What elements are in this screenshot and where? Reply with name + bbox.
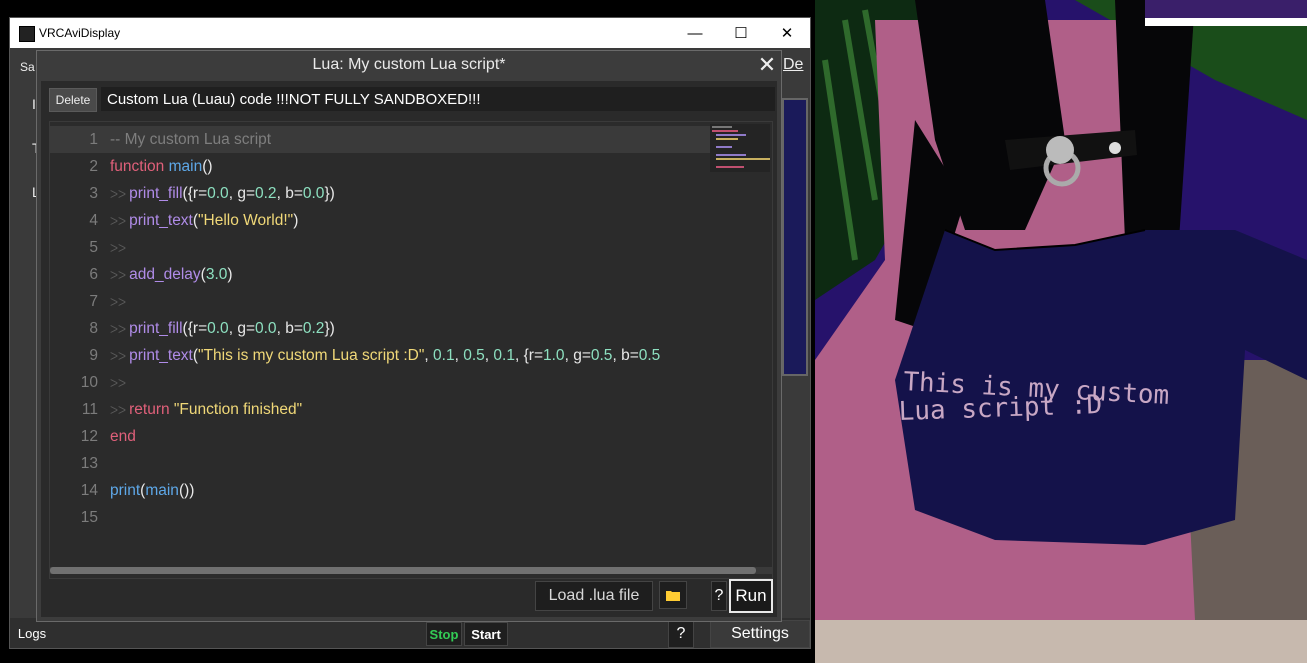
line-number: 1 xyxy=(89,131,98,148)
logs-button[interactable]: Logs xyxy=(12,622,52,644)
line-number: 4 xyxy=(89,212,98,229)
maximize-button[interactable]: ☐ xyxy=(718,18,764,48)
dialog-title: Lua: My custom Lua script* xyxy=(312,56,506,73)
code-line[interactable]: 9 ᐳᐳ print_text("This is my custom Lua sc… xyxy=(50,342,710,369)
code-line[interactable]: 4 ᐳᐳ print_text("Hello World!") xyxy=(50,207,710,234)
avatar-preview: This is my custom Lua script :D xyxy=(815,0,1307,663)
horizontal-scrollbar[interactable] xyxy=(50,567,756,574)
code-line[interactable]: 11 ᐳᐳ return "Function finished" xyxy=(50,396,710,423)
start-button[interactable]: Start xyxy=(464,622,508,646)
code-line[interactable]: 8 ᐳᐳ print_fill({r=0.0, g=0.0, b=0.2}) xyxy=(50,315,710,342)
code-text: end xyxy=(110,428,136,445)
load-lua-file-button[interactable]: Load .lua file xyxy=(535,581,653,611)
code-line[interactable]: 12 end xyxy=(50,423,710,450)
line-number: 9 xyxy=(89,347,98,364)
stop-button[interactable]: Stop xyxy=(426,622,462,646)
code-text: ᐳᐳ print_text("Hello World!") xyxy=(110,212,299,229)
code-text: function main() xyxy=(110,158,213,175)
app-icon xyxy=(19,26,35,42)
close-window-button[interactable]: ✕ xyxy=(764,18,810,48)
code-text: print(main()) xyxy=(110,482,195,499)
code-line[interactable]: 10 ᐳᐳ xyxy=(50,369,710,396)
code-text: ᐳᐳ xyxy=(110,378,130,390)
code-text: ᐳᐳ return "Function finished" xyxy=(110,401,303,418)
code-text: ᐳᐳ print_text("This is my custom Lua scr… xyxy=(110,347,661,364)
code-line[interactable]: 15 xyxy=(50,504,710,531)
line-number: 10 xyxy=(80,374,98,391)
minimize-button[interactable]: — xyxy=(672,18,718,48)
code-text: ᐳᐳ xyxy=(110,297,130,309)
close-dialog-icon[interactable]: ✕ xyxy=(755,53,779,77)
code-line[interactable]: 13 xyxy=(50,450,710,477)
line-number: 5 xyxy=(89,239,98,256)
code-editor[interactable]: 1 -- My custom Lua script 2 function main()… xyxy=(49,121,773,579)
code-text: ᐳᐳ print_fill({r=0.0, g=0.2, b=0.0}) xyxy=(110,185,335,202)
lua-dialog: Lua: My custom Lua script* ✕ Delete Cust… xyxy=(36,50,782,622)
line-number: 7 xyxy=(89,293,98,310)
bg-panel xyxy=(782,98,808,376)
line-number: 12 xyxy=(80,428,98,445)
line-number: 2 xyxy=(89,158,98,175)
line-number: 15 xyxy=(80,509,98,526)
run-button[interactable]: Run xyxy=(729,579,773,613)
code-line[interactable]: 1 -- My custom Lua script xyxy=(50,126,710,153)
line-number: 6 xyxy=(89,266,98,283)
code-text: ᐳᐳ add_delay(3.0) xyxy=(110,266,233,283)
code-minimap[interactable] xyxy=(710,124,770,172)
bottom-bar: Logs Stop Start ? Settings xyxy=(10,618,810,648)
delete-button[interactable]: Delete xyxy=(49,88,97,112)
dialog-help-button[interactable]: ? xyxy=(711,581,727,611)
code-text: -- My custom Lua script xyxy=(110,131,272,148)
folder-icon[interactable] xyxy=(659,581,687,609)
line-number: 13 xyxy=(80,455,98,472)
script-header-field[interactable]: Custom Lua (Luau) code !!!NOT FULLY SAND… xyxy=(101,87,775,111)
line-number: 3 xyxy=(89,185,98,202)
window-title: VRCAviDisplay xyxy=(39,26,121,40)
line-number: 14 xyxy=(80,482,98,499)
code-text: ᐳᐳ xyxy=(110,243,130,255)
code-text: ᐳᐳ print_fill({r=0.0, g=0.0, b=0.2}) xyxy=(110,320,335,337)
help-button[interactable]: ? xyxy=(668,620,694,648)
code-line[interactable]: 6 ᐳᐳ add_delay(3.0) xyxy=(50,261,710,288)
code-line[interactable]: 3 ᐳᐳ print_fill({r=0.0, g=0.2, b=0.0}) xyxy=(50,180,710,207)
code-line[interactable]: 5 ᐳᐳ xyxy=(50,234,710,261)
bg-fragment-link[interactable]: De xyxy=(783,56,803,74)
line-number: 11 xyxy=(81,401,98,418)
code-line[interactable]: 7 ᐳᐳ xyxy=(50,288,710,315)
settings-button[interactable]: Settings xyxy=(710,620,810,648)
code-line[interactable]: 14 print(main()) xyxy=(50,477,710,504)
title-bar[interactable]: VRCAviDisplay — ☐ ✕ xyxy=(10,18,810,48)
bg-fragment: Sa xyxy=(20,60,35,74)
code-line[interactable]: 2 function main() xyxy=(50,153,710,180)
line-number: 8 xyxy=(89,320,98,337)
